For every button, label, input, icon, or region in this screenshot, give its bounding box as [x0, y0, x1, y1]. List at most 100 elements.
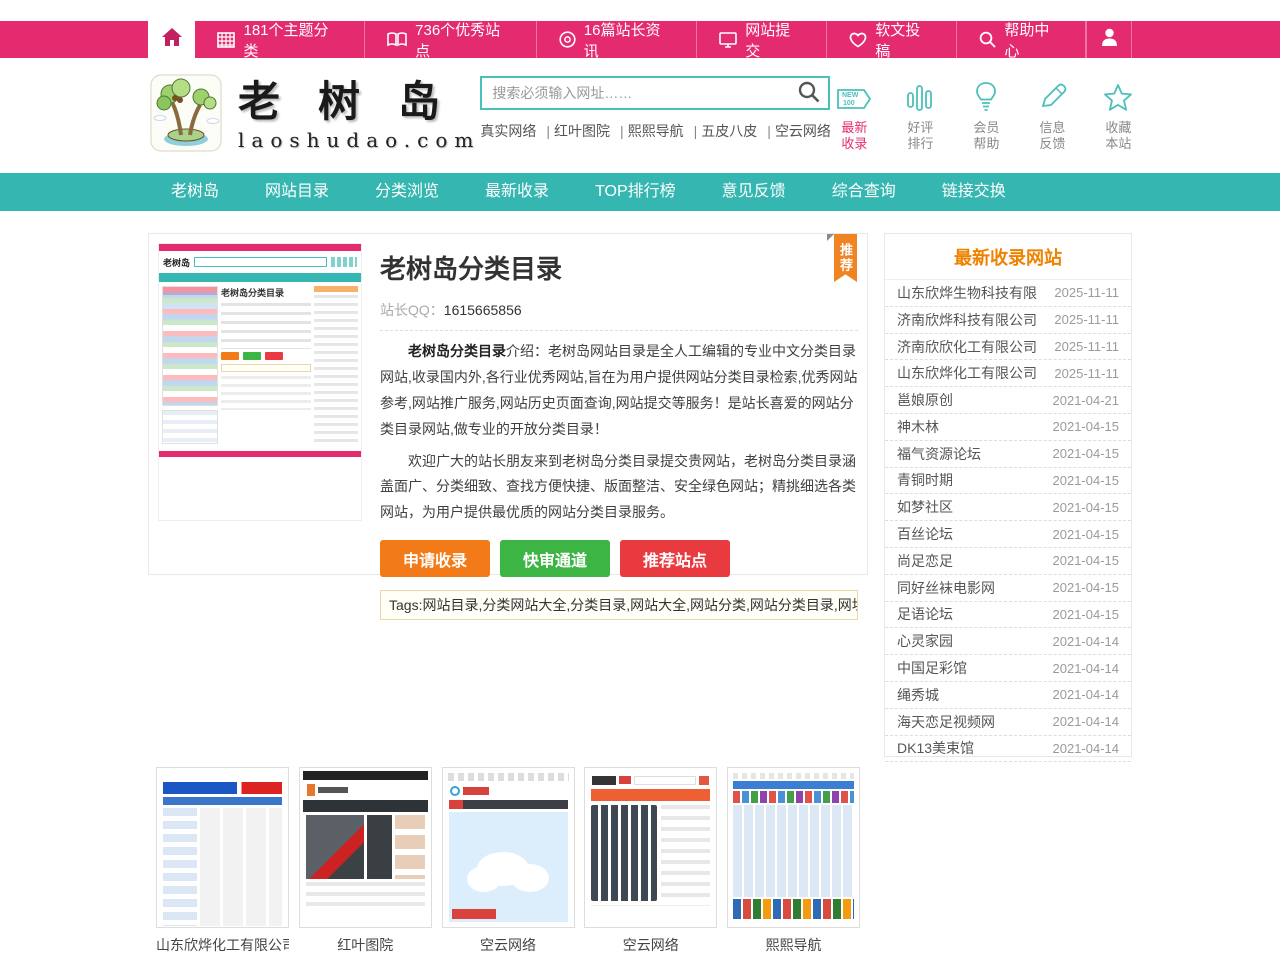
list-item[interactable]: 济南欣欣化工有限公司2025-11-11 — [885, 334, 1131, 361]
svg-text:NEW: NEW — [842, 92, 859, 99]
site-thumbnail[interactable] — [727, 767, 860, 928]
nav-item-browse[interactable]: 分类浏览 — [352, 173, 462, 211]
nav-item-home[interactable]: 老树岛 — [148, 173, 242, 211]
user-icon — [1101, 28, 1118, 51]
list-item[interactable]: 山东欣烨化工有限公司2025-11-11 — [885, 360, 1131, 387]
list-item[interactable]: 福气资源论坛2021-04-15 — [885, 441, 1131, 468]
nav-item-links[interactable]: 链接交换 — [919, 173, 1029, 211]
site-title: 老树岛 — [238, 79, 480, 125]
home-tab[interactable] — [148, 21, 195, 58]
thumb-decoration — [159, 244, 361, 251]
recommend-site-button[interactable]: 推荐站点 — [620, 540, 730, 577]
list-item[interactable]: 中国足彩馆2021-04-14 — [885, 655, 1131, 682]
search-button[interactable] — [798, 81, 828, 106]
shortcut-bookmark[interactable]: 收藏本站 — [1094, 78, 1142, 153]
featured-site-card: 空云网络 — [584, 767, 717, 955]
thumb-decoration — [303, 771, 428, 780]
quick-link[interactable]: 空云网络 — [757, 123, 831, 139]
site-name: 山东欣烨化工有限公司 — [156, 935, 289, 955]
apply-inclusion-button[interactable]: 申请收录 — [380, 540, 490, 577]
quick-link[interactable]: 五皮八皮 — [684, 123, 758, 139]
shortcut-top-rated[interactable]: 好评排行 — [896, 78, 944, 153]
fast-review-button[interactable]: 快审通道 — [500, 540, 610, 577]
topbar-item-sites[interactable]: 736个优秀站点 — [365, 21, 537, 58]
shortcut-label: 信息反馈 — [1039, 120, 1065, 153]
list-item[interactable]: 济南欣烨科技有限公司2025-11-11 — [885, 307, 1131, 334]
thumb-decoration — [733, 805, 854, 897]
topbar-item-label: 帮助中心 — [1004, 19, 1063, 61]
site-thumbnail[interactable] — [156, 767, 289, 928]
thumb-decoration — [733, 791, 854, 803]
thumb-decoration — [303, 780, 428, 800]
main-navbar: 老树岛 网站目录 分类浏览 最新收录 TOP排行榜 意见反馈 综合查询 链接交换 — [0, 173, 1280, 211]
nav-item-query[interactable]: 综合查询 — [809, 173, 919, 211]
topbar-item-submit[interactable]: 网站提交 — [697, 21, 827, 58]
thumb-decoration — [160, 805, 285, 928]
search-area: 真实网络红叶图院熙熙导航五皮八皮空云网络 — [480, 76, 830, 141]
header-shortcuts: NEW100 最新收录 好评排行 会员帮助 — [830, 78, 1142, 153]
user-button[interactable] — [1086, 21, 1132, 58]
list-item[interactable]: 山东欣烨生物科技有限2025-11-11 — [885, 280, 1131, 307]
thumb-decoration — [303, 800, 428, 812]
list-item[interactable]: 心灵家园2021-04-14 — [885, 628, 1131, 655]
nav-item-feedback[interactable]: 意见反馈 — [699, 173, 809, 211]
topbar-item-help[interactable]: 帮助中心 — [957, 21, 1086, 58]
page-title: 老树岛分类目录 — [380, 249, 858, 286]
thumb-decoration — [588, 771, 713, 789]
thumb-decoration — [733, 773, 854, 779]
disc-icon — [559, 31, 576, 48]
thumb-decoration — [733, 899, 854, 919]
list-item[interactable]: 如梦社区2021-04-15 — [885, 494, 1131, 521]
quick-link[interactable]: 熙熙导航 — [610, 123, 684, 139]
search-icon — [979, 31, 996, 48]
pencil-icon — [1037, 78, 1067, 112]
list-item[interactable]: DK13美束馆2021-04-14 — [885, 736, 1131, 763]
nav-item-top[interactable]: TOP排行榜 — [572, 173, 699, 211]
nav-item-directory[interactable]: 网站目录 — [242, 173, 352, 211]
description-paragraph: 老树岛分类目录介绍：老树岛网站目录是全人工编辑的专业中文分类目录网站,收录国内外… — [380, 339, 858, 443]
shortcut-latest[interactable]: NEW100 最新收录 — [830, 78, 878, 153]
qq-value: 1615665856 — [444, 302, 522, 318]
featured-sites-row: 山东欣烨化工有限公司 红叶图院 空云网络 — [148, 767, 868, 955]
thumb-decoration — [306, 882, 425, 912]
list-item[interactable]: 尚足恋足2021-04-15 — [885, 548, 1131, 575]
list-item[interactable]: 绳秀城2021-04-14 — [885, 682, 1131, 709]
site-thumbnail[interactable] — [584, 767, 717, 928]
list-item[interactable]: 海天恋足视频网2021-04-14 — [885, 709, 1131, 736]
topbar-item-categories[interactable]: 181个主题分类 — [195, 21, 365, 58]
divider — [380, 330, 858, 331]
list-item[interactable]: 邕娘原创2021-04-21 — [885, 387, 1131, 414]
featured-site-card: 红叶图院 — [299, 767, 432, 955]
site-screenshot-thumbnail[interactable]: 老树岛 老树岛分类目录 — [158, 243, 362, 521]
quick-link[interactable]: 红叶图院 — [536, 123, 610, 139]
quick-links: 真实网络红叶图院熙熙导航五皮八皮空云网络 — [480, 121, 830, 141]
shortcut-member-help[interactable]: 会员帮助 — [962, 78, 1010, 153]
thumb-decoration: 老树岛分类目录 — [159, 282, 361, 449]
search-input[interactable] — [482, 85, 798, 101]
bar-chart-icon — [907, 78, 933, 112]
shortcut-feedback[interactable]: 信息反馈 — [1028, 78, 1076, 153]
site-logo[interactable]: 老树岛 laoshudao.com — [148, 72, 480, 159]
site-thumbnail[interactable] — [442, 767, 575, 928]
list-item[interactable]: 神木林2021-04-15 — [885, 414, 1131, 441]
topbar-item-label: 181个主题分类 — [243, 19, 342, 61]
topbar-item-articles[interactable]: 软文投稿 — [827, 21, 957, 58]
site-name: 红叶图院 — [299, 935, 432, 955]
shortcut-label: 会员帮助 — [973, 120, 999, 153]
list-item[interactable]: 青铜时期2021-04-15 — [885, 468, 1131, 495]
list-item[interactable]: 同好丝袜电影网2021-04-15 — [885, 575, 1131, 602]
list-item[interactable]: 足语论坛2021-04-15 — [885, 602, 1131, 629]
list-item[interactable]: 百丝论坛2021-04-15 — [885, 521, 1131, 548]
site-domain: laoshudao.com — [238, 128, 480, 152]
search-icon — [798, 91, 820, 106]
latest-sites-panel: 最新收录网站 山东欣烨生物科技有限2025-11-11 济南欣烨科技有限公司20… — [884, 233, 1132, 757]
quick-link[interactable]: 真实网络 — [480, 123, 536, 139]
site-thumbnail[interactable] — [299, 767, 432, 928]
thumb-decoration — [449, 800, 568, 809]
nav-item-latest[interactable]: 最新收录 — [462, 173, 572, 211]
site-name: 空云网络 — [442, 935, 575, 955]
thumb-decoration — [733, 781, 854, 789]
tags-box: Tags:网站目录,分类网站大全,分类目录,网站大全,网站分类,网站分类目录,网… — [380, 590, 858, 620]
star-icon — [1103, 78, 1133, 112]
topbar-item-news[interactable]: 16篇站长资讯 — [537, 21, 697, 58]
